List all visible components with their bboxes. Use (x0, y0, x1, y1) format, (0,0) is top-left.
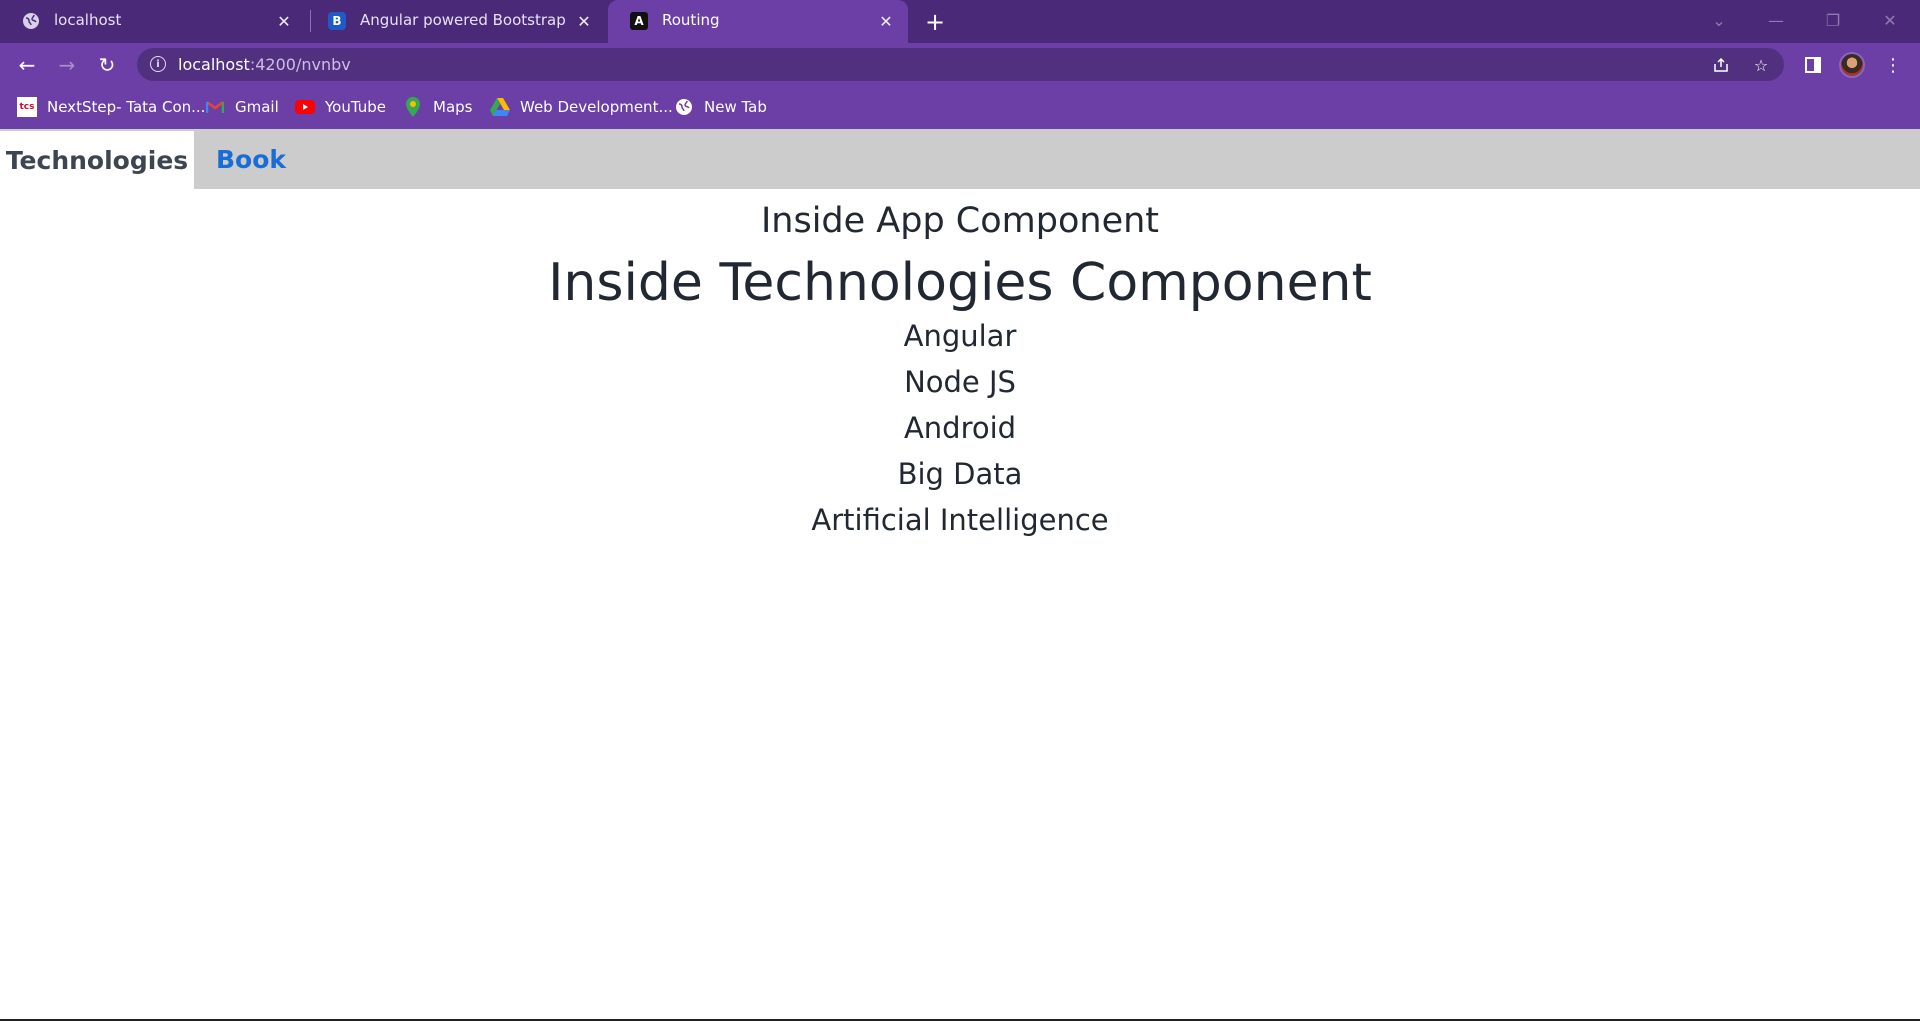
tab-localhost[interactable]: localhost ✕ (0, 0, 306, 43)
gmail-icon (205, 97, 225, 117)
technology-item: Node JS (904, 365, 1016, 399)
tab-title: Routing (662, 11, 720, 29)
drive-icon (490, 97, 510, 117)
close-icon[interactable]: ✕ (272, 9, 296, 33)
bookmark-label: Web Development... (520, 98, 673, 116)
app-component-heading: Inside App Component (760, 201, 1160, 241)
site-info-icon[interactable]: i (150, 56, 166, 72)
address-bar[interactable]: i localhost:4200/nvnbv ☆ (137, 48, 1784, 81)
tab-angular-bootstrap[interactable]: B Angular powered Bootstrap ✕ (306, 0, 606, 43)
nav-link-technologies[interactable]: Technologies (0, 129, 194, 189)
bookmark-star-icon[interactable]: ☆ (1752, 56, 1770, 75)
technology-item: Big Data (897, 457, 1023, 491)
bookmark-label: NextStep- Tata Con... (47, 98, 206, 116)
menu-kebab-icon[interactable]: ⋮ (1878, 50, 1908, 80)
url-text[interactable]: localhost:4200/nvnbv (178, 55, 351, 74)
globe-icon (22, 12, 40, 30)
forward-icon[interactable]: → (52, 50, 82, 80)
technologies-component-heading: Inside Technologies Component (548, 253, 1372, 313)
technology-item: Artificial Intelligence (811, 503, 1109, 537)
bookmark-web-development[interactable]: Web Development... (490, 96, 673, 118)
app-navbar: Technologies Book (0, 129, 1920, 189)
bootstrap-icon: B (328, 12, 346, 30)
tcs-icon: tcs (17, 97, 37, 117)
reload-icon[interactable]: ↻ (92, 50, 122, 80)
globe-icon (674, 97, 694, 117)
back-icon[interactable]: ← (12, 50, 42, 80)
tab-routing[interactable]: A Routing ✕ (608, 0, 908, 43)
share-icon[interactable] (1712, 56, 1730, 74)
bookmark-label: New Tab (704, 98, 767, 116)
browser-tab-strip: localhost ✕ B Angular powered Bootstrap … (0, 0, 1920, 43)
minimize-icon[interactable]: — (1748, 0, 1804, 40)
maps-icon (403, 97, 423, 117)
bookmark-label: Maps (433, 98, 473, 116)
angular-icon: A (630, 12, 648, 30)
bookmark-maps[interactable]: Maps (403, 96, 472, 118)
bookmark-gmail[interactable]: Gmail (205, 96, 279, 118)
nav-link-book[interactable]: Book (216, 129, 286, 189)
youtube-icon (295, 97, 315, 117)
page-content: Technologies Book Inside App Component I… (0, 129, 1920, 1021)
bookmark-new-tab[interactable]: New Tab (674, 96, 767, 118)
tab-search-icon[interactable]: ⌄ (1691, 0, 1747, 40)
bookmark-label: YouTube (325, 98, 386, 116)
new-tab-button[interactable]: + (920, 7, 950, 37)
close-window-icon[interactable]: ✕ (1862, 0, 1918, 40)
technology-item: Angular (903, 319, 1017, 353)
bookmarks-bar: tcs NextStep- Tata Con... Gmail YouTube … (0, 86, 1920, 129)
bookmark-label: Gmail (235, 98, 279, 116)
restore-icon[interactable]: ❐ (1805, 0, 1861, 40)
tab-title: localhost (54, 11, 122, 29)
close-icon[interactable]: ✕ (874, 9, 898, 33)
side-panel-icon[interactable] (1798, 50, 1828, 80)
close-icon[interactable]: ✕ (572, 9, 596, 33)
bookmark-youtube[interactable]: YouTube (295, 96, 386, 118)
browser-toolbar: ← → ↻ i localhost:4200/nvnbv ☆ ⋮ (0, 43, 1920, 86)
tab-title: Angular powered Bootstrap (360, 11, 566, 29)
technology-item: Android (903, 411, 1017, 445)
bookmark-nextstep[interactable]: tcs NextStep- Tata Con... (17, 96, 205, 118)
profile-avatar[interactable] (1839, 52, 1865, 78)
